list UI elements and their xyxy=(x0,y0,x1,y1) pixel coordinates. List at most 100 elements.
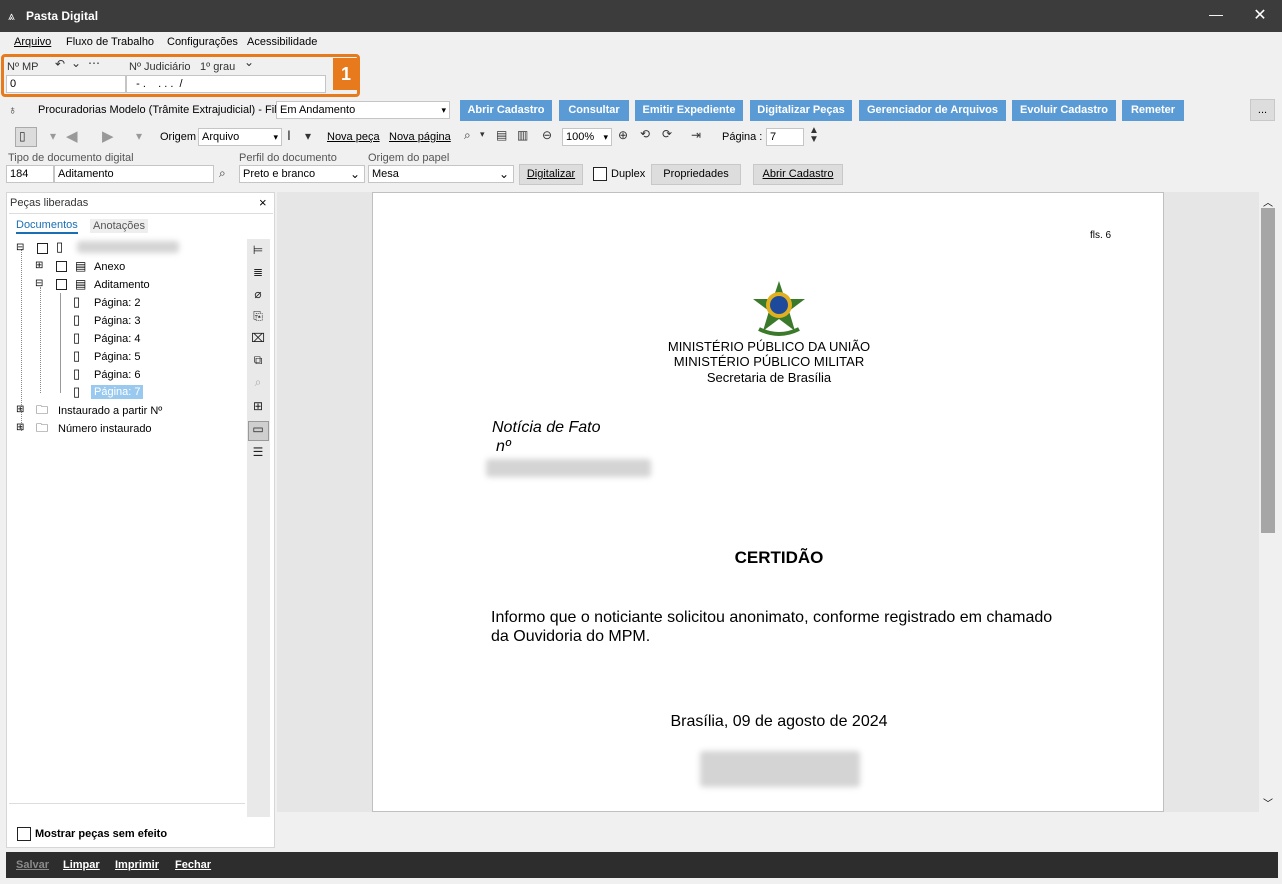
expand-icon[interactable]: ⊞ xyxy=(16,404,24,415)
propriedades-button[interactable]: Propriedades xyxy=(651,164,741,185)
nova-pagina-button[interactable]: Nova página xyxy=(389,131,451,143)
tab-anotacoes[interactable]: Anotações xyxy=(90,219,148,233)
zoom-select[interactable]: 100% ▾ xyxy=(562,128,612,146)
abrir-cadastro-button[interactable]: Abrir Cadastro xyxy=(460,100,552,121)
nav-dropdown-icon[interactable]: ▾ xyxy=(50,129,56,143)
digitalizar-button[interactable]: Digitalizar xyxy=(519,164,583,185)
tipo-value-input[interactable]: Aditamento xyxy=(54,165,214,183)
tree-item-anexo[interactable]: Anexo xyxy=(94,261,125,273)
tree-page-3[interactable]: Página: 3 xyxy=(94,315,140,327)
page-arrow-icon[interactable]: ⇥ xyxy=(691,128,701,142)
duplex-label: Duplex xyxy=(611,168,646,180)
rotate-left-icon[interactable]: ⟲ xyxy=(640,127,650,141)
queue-select[interactable]: Em Andamento ▾ xyxy=(276,101,450,119)
nova-peca-button[interactable]: Nova peça xyxy=(327,131,380,143)
tree-page-4[interactable]: Página: 4 xyxy=(94,333,140,345)
menu-configuracoes[interactable]: Configurações xyxy=(167,36,238,48)
close-button[interactable]: ✕ xyxy=(1250,5,1270,25)
fit-page-icon[interactable]: ▥ xyxy=(517,128,528,142)
document-viewer[interactable]: fls. 6 MINISTÉRIO PÚBLICO DA UNIÃO MINIS… xyxy=(277,192,1259,812)
search-document-icon[interactable]: ⌕ xyxy=(250,375,266,393)
search-icon[interactable]: ⌕ xyxy=(464,128,471,143)
remeter-button[interactable]: Remeter xyxy=(1122,100,1184,121)
rotate-right-icon[interactable]: ⟳ xyxy=(662,127,672,141)
show-no-effect-checkbox[interactable] xyxy=(17,827,31,841)
search-icon[interactable]: ⌕ xyxy=(219,166,226,181)
imprimir-button[interactable]: Imprimir xyxy=(115,859,159,871)
abrir-cadastro-secondary-button[interactable]: Abrir Cadastro xyxy=(753,164,843,185)
nav-dropdown-2-icon[interactable]: ▾ xyxy=(136,129,142,143)
next-icon[interactable]: ▶ xyxy=(102,127,114,145)
expand-icon[interactable]: ⊞ xyxy=(16,422,24,433)
zoom-in-icon[interactable]: ⊕ xyxy=(618,128,628,142)
tree-page-5[interactable]: Página: 5 xyxy=(94,351,140,363)
origem-papel-select[interactable]: Mesa ⌄ xyxy=(368,165,514,183)
fls-number: fls. 6 xyxy=(1090,230,1112,241)
list-icon[interactable]: ☰ xyxy=(250,445,266,463)
more-button[interactable]: ... xyxy=(1250,99,1275,121)
queue-label: Procuradorias Modelo (Trâmite Extrajudic… xyxy=(38,104,283,116)
fit-width-icon[interactable]: ▤ xyxy=(496,128,507,142)
dropdown-arrow-icon: ▾ xyxy=(441,105,446,115)
emitir-expediente-button[interactable]: Emitir Expediente xyxy=(635,100,743,121)
tree-view-icon[interactable]: ⊨ xyxy=(250,243,266,261)
root-checkbox[interactable] xyxy=(37,243,48,254)
stack-icon[interactable]: ≣ xyxy=(250,265,266,283)
tree-page-6[interactable]: Página: 6 xyxy=(94,369,140,381)
consultar-button[interactable]: Consultar xyxy=(559,100,629,121)
scroll-down-icon[interactable]: ﹀ xyxy=(1263,795,1273,810)
pagina-input[interactable]: 7 xyxy=(766,128,804,146)
menu-arquivo[interactable]: Arquivo xyxy=(14,36,51,48)
salvar-button[interactable]: Salvar xyxy=(16,859,49,871)
anexo-checkbox[interactable] xyxy=(56,261,67,272)
panel-close-button[interactable]: × xyxy=(259,195,267,210)
tipo-code-input[interactable]: 184 xyxy=(6,165,54,183)
digitalizar-pecas-button[interactable]: Digitalizar Peças xyxy=(750,100,852,121)
fechar-button[interactable]: Fechar xyxy=(175,859,211,871)
add-page-icon[interactable]: ⊞ xyxy=(250,399,266,417)
perfil-select-value: Preto e branco xyxy=(243,168,316,180)
expand-icon[interactable]: ⊞ xyxy=(35,260,43,271)
copy-icon[interactable]: ⧉ xyxy=(250,353,266,371)
menu-acessibilidade[interactable]: Acessibilidade xyxy=(247,36,317,48)
org-line-1: MINISTÉRIO PÚBLICO DA UNIÃO xyxy=(667,339,871,354)
panel-title: Peças liberadas xyxy=(10,197,89,209)
gerenciador-arquivos-button[interactable]: Gerenciador de Arquivos xyxy=(859,100,1006,121)
remove-document-icon[interactable]: ⌧ xyxy=(250,331,266,349)
tree-item-instaurado[interactable]: Instaurado a partir Nº xyxy=(58,405,162,417)
attachment-icon[interactable]: ⌀ xyxy=(250,287,266,305)
evoluir-cadastro-button[interactable]: Evoluir Cadastro xyxy=(1012,100,1116,121)
zoom-out-icon[interactable]: ⊖ xyxy=(542,128,552,142)
scroll-thumb[interactable] xyxy=(1261,208,1275,533)
left-panel: Peças liberadas × Documentos Anotações ⊟… xyxy=(6,192,275,848)
menu-fluxo-de-trabalho[interactable]: Fluxo de Trabalho xyxy=(66,36,154,48)
pagina-label: Página : xyxy=(722,131,763,143)
redacted-signature xyxy=(700,751,860,787)
text-cursor-icon[interactable]: I xyxy=(287,127,291,143)
cursor-dropdown-icon[interactable]: ▾ xyxy=(305,129,311,143)
tab-documentos[interactable]: Documentos xyxy=(16,219,78,234)
tree-page-7-selected[interactable]: Página: 7 xyxy=(91,385,144,399)
collapse-icon[interactable]: ⊟ xyxy=(35,278,43,289)
chevron-down-icon: ⌄ xyxy=(498,167,509,181)
scroll-up-icon[interactable]: ︿ xyxy=(1263,194,1273,209)
page-spinner-icon[interactable]: ▲ ▼ xyxy=(809,126,819,145)
window-title: Pasta Digital xyxy=(26,9,99,23)
collapse-icon[interactable]: ⊟ xyxy=(16,242,24,253)
page-icon: ▯ xyxy=(73,384,81,399)
minimize-button[interactable]: — xyxy=(1206,6,1226,22)
tree-item-numero[interactable]: Número instaurado xyxy=(58,423,152,435)
origem-select[interactable]: Arquivo ▾ xyxy=(198,128,282,146)
annotation-badge: 1 xyxy=(333,58,359,90)
tree-item-aditamento[interactable]: Aditamento xyxy=(94,279,150,291)
search-dropdown-icon[interactable]: ▾ xyxy=(480,129,485,140)
duplex-checkbox[interactable] xyxy=(593,167,607,181)
noticia-de-fato: Notícia de Fato xyxy=(492,419,601,436)
aditamento-checkbox[interactable] xyxy=(56,279,67,290)
vertical-scrollbar[interactable]: ︿ ﹀ xyxy=(1259,192,1278,812)
certificate-icon[interactable]: ⎘ xyxy=(250,309,266,327)
previous-icon[interactable]: ◀ xyxy=(66,127,78,145)
limpar-button[interactable]: Limpar xyxy=(63,859,100,871)
tree-page-2[interactable]: Página: 2 xyxy=(94,297,140,309)
perfil-select[interactable]: Preto e branco ⌄ xyxy=(239,165,365,183)
